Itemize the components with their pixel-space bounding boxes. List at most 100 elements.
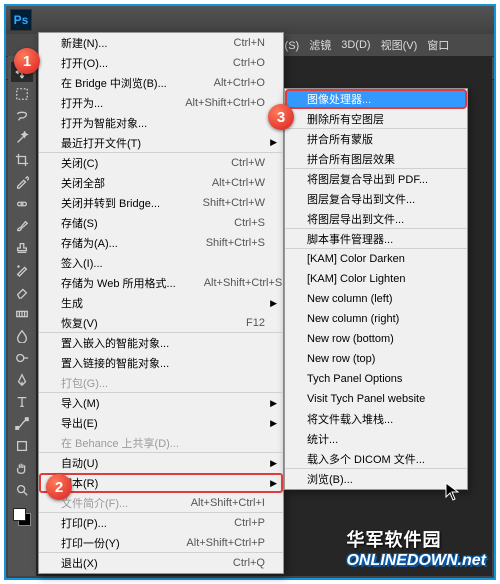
heal-tool[interactable] [11,194,33,214]
fileMenu-item-label: 自动(U) [61,455,265,471]
scriptMenu-item[interactable]: 脚本事件管理器... [285,229,467,249]
fileMenu-item[interactable]: 存储为 Web 所用格式...Alt+Shift+Ctrl+S [39,273,283,293]
file-menu-dropdown: 新建(N)...Ctrl+N打开(O)...Ctrl+O在 Bridge 中浏览… [38,32,284,574]
fileMenu-item[interactable]: 存储为(A)...Shift+Ctrl+S [39,233,283,253]
scriptMenu-item[interactable]: New row (bottom) [285,329,467,349]
scriptMenu-item[interactable]: New column (left) [285,289,467,309]
scriptMenu-item[interactable]: 载入多个 DICOM 文件... [285,449,467,469]
fileMenu-item-shortcut: Ctrl+P [234,517,265,529]
scriptMenu-item-label: New row (top) [307,353,449,365]
pen-tool[interactable] [11,370,33,390]
scriptMenu-item[interactable]: [KAM] Color Darken [285,249,467,269]
scriptMenu-item[interactable]: 将图层复合导出到 PDF... [285,169,467,189]
fileMenu-item-label: 新建(N)... [61,35,234,51]
path-tool[interactable] [11,414,33,434]
fileMenu-item-shortcut: Alt+Ctrl+W [212,177,265,189]
scriptMenu-item-label: [KAM] Color Lighten [307,273,449,285]
fileMenu-item[interactable]: 新建(N)...Ctrl+N [39,33,283,53]
stamp-tool[interactable] [11,238,33,258]
fileMenu-item[interactable]: 打印一份(Y)Alt+Shift+Ctrl+P [39,533,283,553]
fileMenu-item[interactable]: 导入(M) ▶ [39,393,283,413]
color-swatch[interactable] [11,508,33,526]
fileMenu-item[interactable]: 关闭(C)Ctrl+W [39,153,283,173]
fileMenu-item-label: 签入(I)... [61,255,265,271]
fileMenu-item-shortcut: Shift+Ctrl+W [203,197,265,209]
scriptMenu-item[interactable]: 拼合所有图层效果 [285,149,467,169]
fileMenu-item-label: 关闭并转到 Bridge... [61,195,203,211]
fileMenu-item-label: 恢复(V) [61,315,246,331]
zoom-tool[interactable] [11,480,33,500]
scriptMenu-item[interactable]: New column (right) [285,309,467,329]
fileMenu-item-shortcut: F12 [246,317,265,329]
scriptMenu-item[interactable]: 统计... [285,429,467,449]
fileMenu-item[interactable]: 脚本(R)▶ [39,473,283,493]
fileMenu-item-label: 打包(G)... [61,375,265,391]
fileMenu-item[interactable]: 打开(O)...Ctrl+O [39,53,283,73]
fileMenu-item[interactable]: 导出(E)▶ [39,413,283,433]
type-tool[interactable] [11,392,33,412]
scriptMenu-item-label: New row (bottom) [307,333,449,345]
crop-tool[interactable] [11,150,33,170]
scriptMenu-item[interactable]: 浏览(B)... [285,469,467,489]
scriptMenu-item[interactable]: 将图层导出到文件... [285,209,467,229]
scriptMenu-item-label: New column (right) [307,313,449,325]
hand-tool[interactable] [11,458,33,478]
scriptMenu-item[interactable]: 图层复合导出到文件... [285,189,467,209]
scriptMenu-item-label: Tych Panel Options [307,373,449,385]
shape-tool[interactable] [11,436,33,456]
fileMenu-item[interactable]: 生成▶ [39,293,283,313]
scriptMenu-item[interactable]: Tych Panel Options [285,369,467,389]
scriptMenu-item[interactable]: New row (top) [285,349,467,369]
fileMenu-item[interactable]: 置入链接的智能对象... [39,353,283,373]
history-brush-tool[interactable] [11,260,33,280]
callout-2: 2 [46,474,72,500]
lasso-tool[interactable] [11,106,33,126]
scriptMenu-item[interactable]: 图像处理器... [285,89,467,109]
scriptMenu-item-label: 载入多个 DICOM 文件... [307,451,453,467]
fileMenu-item-label: 文件简介(F)... [61,495,191,511]
fileMenu-item-shortcut: Shift+Ctrl+S [206,237,265,249]
scriptMenu-item[interactable]: Visit Tych Panel website [285,389,467,409]
fileMenu-item[interactable]: 置入嵌入的智能对象... [39,333,283,353]
wand-tool[interactable] [11,128,33,148]
fileMenu-item-label: 存储为 Web 所用格式... [61,275,204,291]
fileMenu-item-label: 导出(E) [61,415,265,431]
dodge-tool[interactable] [11,348,33,368]
fileMenu-item[interactable]: 自动(U)▶ [39,453,283,473]
fileMenu-item[interactable]: 打开为...Alt+Shift+Ctrl+O [39,93,283,113]
brush-tool[interactable] [11,216,33,236]
gradient-tool[interactable] [11,304,33,324]
fileMenu-item[interactable]: 打开为智能对象... [39,113,283,133]
fileMenu-item-shortcut: Alt+Shift+Ctrl+P [186,537,265,549]
fileMenu-item: 在 Behance 上共享(D)... [39,433,283,453]
scriptMenu-item[interactable]: 拼合所有蒙版 [285,129,467,149]
fileMenu-item[interactable]: 关闭全部Alt+Ctrl+W [39,173,283,193]
fileMenu-item-label: 关闭全部 [61,175,212,191]
fileMenu-item[interactable]: 关闭并转到 Bridge...Shift+Ctrl+W [39,193,283,213]
fileMenu-item[interactable]: 最近打开文件(T)▶ [39,133,283,153]
fileMenu-item-label: 最近打开文件(T) [61,135,265,151]
marquee-tool[interactable] [11,84,33,104]
script-submenu: 图像处理器... 删除所有空图层拼合所有蒙版拼合所有图层效果将图层复合导出到 PD… [284,88,468,490]
fileMenu-item-label: 导入(M) [61,395,265,411]
fileMenu-item[interactable]: 打印(P)...Ctrl+P [39,513,283,533]
fileMenu-item-label: 置入嵌入的智能对象... [61,335,265,351]
scriptMenu-item[interactable]: 将文件载入堆栈... [285,409,467,429]
eraser-tool[interactable] [11,282,33,302]
fileMenu-item-shortcut: Alt+Shift+Ctrl+O [185,97,265,109]
fileMenu-item-label: 打印(P)... [61,515,234,531]
fileMenu-item[interactable]: 退出(X)Ctrl+Q [39,553,283,573]
eyedropper-tool[interactable] [11,172,33,192]
blur-tool[interactable] [11,326,33,346]
fileMenu-item[interactable]: 存储(S)Ctrl+S [39,213,283,233]
scriptMenu-item[interactable]: 删除所有空图层 [285,109,467,129]
fileMenu-item-shortcut: Ctrl+N [234,37,265,49]
fileMenu-item[interactable]: 在 Bridge 中浏览(B)...Alt+Ctrl+O [39,73,283,93]
fileMenu-item[interactable]: 签入(I)... [39,253,283,273]
scriptMenu-item-label: 删除所有空图层 [307,111,449,127]
scriptMenu-item[interactable]: [KAM] Color Lighten [285,269,467,289]
scriptMenu-item-label: Visit Tych Panel website [307,393,453,405]
fileMenu-item[interactable]: 恢复(V)F12 [39,313,283,333]
callout-3: 3 [268,104,294,130]
submenu-arrow-icon: ▶ [270,398,277,409]
